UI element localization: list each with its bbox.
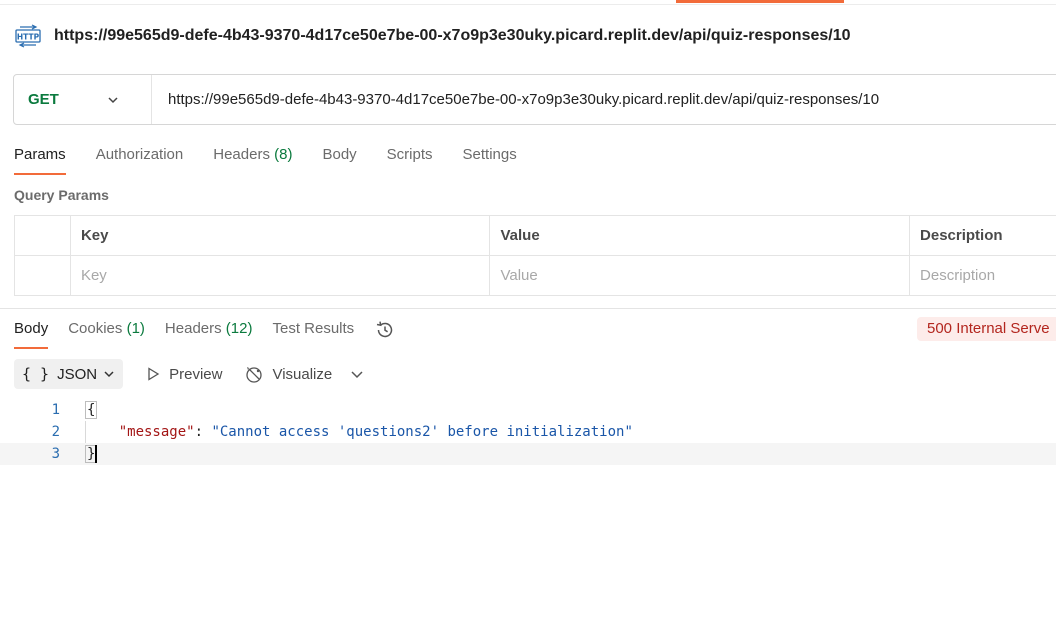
braces-icon: { }	[22, 365, 50, 383]
tab-body[interactable]: Body	[322, 145, 356, 175]
preview-button[interactable]: Preview	[145, 366, 222, 383]
column-header-description: Description	[909, 215, 1056, 256]
format-label: JSON	[57, 365, 98, 383]
column-header-key: Key	[69, 215, 491, 256]
history-icon[interactable]	[374, 319, 396, 341]
request-title-bar: HTTP https://99e565d9-defe-4b43-9370-4d1…	[14, 20, 851, 52]
code-line: 2 "message": "Cannot access 'questions2'…	[0, 421, 1056, 443]
response-view-bar: { } JSON Preview Visualize	[14, 359, 364, 389]
row-checkbox-cell	[14, 255, 71, 296]
response-tab-cookies-label: Cookies	[68, 320, 123, 337]
key-input[interactable]: Key	[69, 255, 491, 296]
visualize-icon	[246, 367, 263, 383]
table-row: Key Value Description	[14, 255, 1056, 296]
response-tab-body[interactable]: Body	[14, 319, 49, 349]
table-header-row: Key Value Description	[14, 215, 1056, 256]
response-tab-cookies-count: (1)	[126, 320, 145, 337]
text-cursor	[95, 445, 98, 463]
tab-authorization[interactable]: Authorization	[96, 145, 184, 175]
visualize-label: Visualize	[272, 365, 333, 383]
json-colon: :	[194, 424, 212, 440]
http-icon: HTTP	[15, 24, 41, 48]
method-label: GET	[28, 91, 59, 108]
status-badge[interactable]: 500 Internal Serve	[917, 317, 1056, 341]
request-title[interactable]: https://99e565d9-defe-4b43-9370-4d17ce50…	[54, 27, 851, 45]
active-tab-accent	[676, 0, 844, 3]
chevron-down-icon	[104, 371, 114, 378]
tab-settings[interactable]: Settings	[463, 145, 517, 175]
tab-headers[interactable]: Headers (8)	[213, 145, 292, 175]
line-number: 3	[51, 446, 60, 462]
url-bar: GET https://99e565d9-defe-4b43-9370-4d17…	[13, 74, 1056, 125]
code-content: {	[85, 401, 98, 419]
method-select[interactable]: GET	[14, 75, 152, 124]
response-body-editor[interactable]: 1 { 2 "message": "Cannot access 'questio…	[0, 399, 1056, 465]
top-divider	[0, 4, 1056, 5]
query-params-label: Query Params	[14, 187, 109, 203]
play-icon	[148, 367, 160, 381]
value-input[interactable]: Value	[489, 255, 911, 296]
response-tab-headers-count: (12)	[225, 320, 253, 337]
response-tabs: Body Cookies (1) Headers (12) Test Resul…	[14, 319, 396, 349]
line-number: 2	[51, 424, 60, 440]
column-header-value: Value	[489, 215, 911, 256]
tab-scripts[interactable]: Scripts	[387, 145, 433, 175]
tab-params[interactable]: Params	[14, 145, 66, 175]
response-tab-headers[interactable]: Headers (12)	[165, 319, 253, 349]
line-number: 1	[51, 402, 60, 418]
code-content: }	[85, 445, 98, 463]
query-params-table: Key Value Description Key Value Descript…	[14, 215, 1056, 296]
json-key: "message"	[118, 424, 195, 440]
request-tabs: Params Authorization Headers (8) Body Sc…	[14, 145, 547, 175]
visualize-button[interactable]: Visualize	[244, 364, 332, 384]
response-tab-headers-label: Headers	[164, 320, 222, 337]
indent-guide	[85, 421, 86, 443]
tab-headers-count: (8)	[274, 146, 293, 163]
chevron-down-icon[interactable]	[350, 367, 364, 381]
open-brace: {	[85, 401, 98, 419]
checkbox-column-header	[14, 215, 71, 256]
tab-headers-label: Headers	[213, 146, 270, 163]
code-line: 1 {	[0, 399, 1056, 421]
response-divider[interactable]	[0, 308, 1056, 309]
response-tab-test-results[interactable]: Test Results	[272, 319, 354, 349]
svg-text:HTTP: HTTP	[17, 33, 40, 42]
chevron-down-icon	[108, 96, 118, 103]
code-content: "message": "Cannot access 'questions2' b…	[85, 424, 633, 440]
response-tab-cookies[interactable]: Cookies (1)	[68, 319, 145, 349]
code-line: 3 }	[0, 443, 1056, 465]
json-string-value: "Cannot access 'questions2' before initi…	[211, 424, 633, 440]
description-input[interactable]: Description	[909, 255, 1056, 296]
preview-label: Preview	[169, 365, 223, 383]
url-input[interactable]: https://99e565d9-defe-4b43-9370-4d17ce50…	[152, 91, 879, 108]
format-select[interactable]: { } JSON	[14, 359, 124, 389]
